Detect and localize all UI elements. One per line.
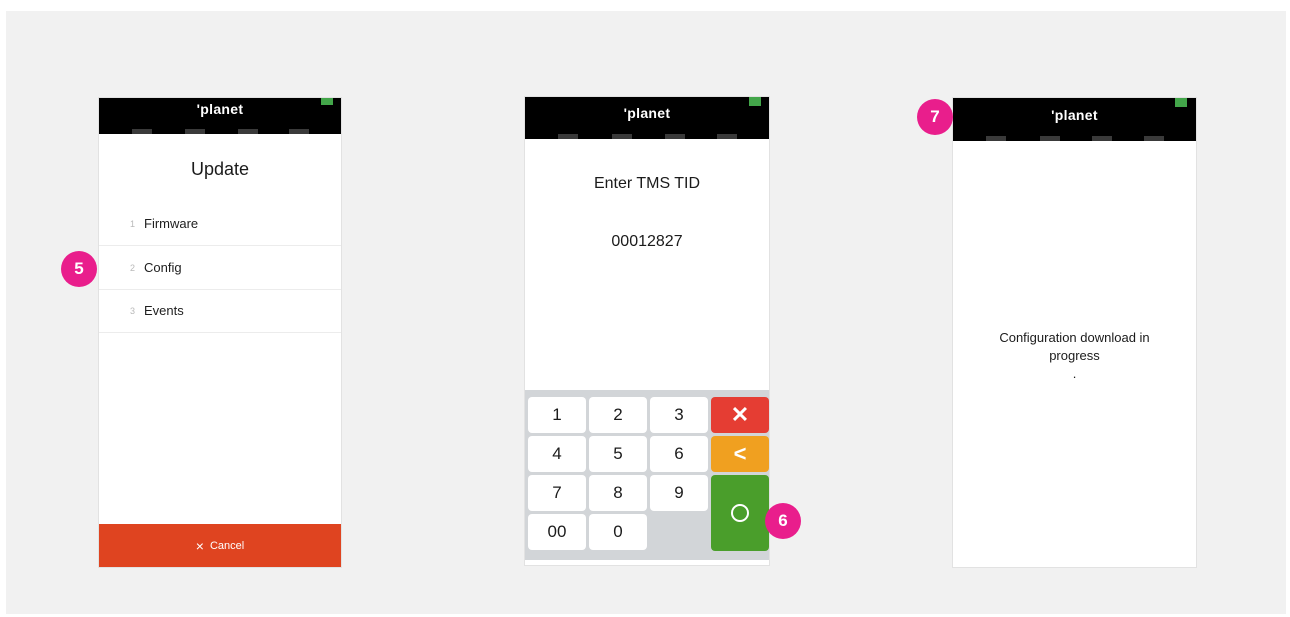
status-tick [1040, 136, 1060, 141]
menu-item-label: Firmware [144, 216, 199, 231]
menu-item-number: 3 [129, 305, 135, 316]
progress-dots: . [1072, 366, 1077, 381]
update-screen: 'planet Update 1 Firmware 2 Config 3 Eve… [98, 97, 342, 568]
step-badge-6: 6 [765, 503, 801, 539]
menu-item-firmware[interactable]: 1 Firmware [99, 202, 341, 246]
key-7[interactable]: 7 [528, 475, 586, 511]
key-5[interactable]: 5 [589, 436, 647, 472]
tid-entry-screen: 'planet Enter TMS TID 00012827 1 2 3 ✕ 4… [524, 96, 770, 566]
tid-value[interactable]: 00012827 [525, 233, 769, 251]
key-6[interactable]: 6 [650, 436, 708, 472]
status-tick [132, 129, 152, 134]
cancel-label: Cancel [209, 539, 245, 552]
menu-item-number: 2 [129, 262, 135, 273]
cancel-button[interactable]: × Cancel [99, 524, 341, 567]
key-3[interactable]: 3 [650, 397, 708, 433]
close-icon: × [195, 537, 204, 554]
clear-key[interactable]: ✕ [711, 397, 769, 433]
key-9[interactable]: 9 [650, 475, 708, 511]
planet-logo: 'planet [1051, 107, 1098, 123]
planet-logo: 'planet [196, 101, 244, 117]
numeric-keypad: 1 2 3 ✕ 4 5 6 < 7 8 9 00 0 [525, 390, 769, 560]
menu-item-events[interactable]: 3 Events [99, 289, 341, 333]
step-badge-5: 5 [61, 251, 97, 287]
menu-item-label: Config [144, 260, 182, 275]
key-0[interactable]: 0 [589, 514, 647, 550]
config-download-screen: 'planet Configuration download in progre… [952, 97, 1197, 568]
key-4[interactable]: 4 [528, 436, 586, 472]
status-tick [665, 134, 685, 139]
confirm-circle-icon [731, 504, 749, 522]
status-tick [717, 134, 737, 139]
status-tick [558, 134, 578, 139]
page-title: Enter TMS TID [593, 175, 701, 192]
battery-icon [321, 98, 333, 105]
backspace-key[interactable]: < [711, 436, 769, 472]
progress-message: Configuration download in progress [999, 330, 1150, 363]
menu-item-number: 1 [129, 218, 135, 229]
page-title: Update [190, 159, 250, 179]
status-tick [612, 134, 632, 139]
confirm-key[interactable] [711, 475, 769, 551]
battery-icon [749, 97, 761, 106]
status-tick [986, 136, 1006, 141]
status-bar: 'planet [525, 97, 769, 139]
status-tick [238, 129, 258, 134]
battery-icon [1175, 98, 1187, 107]
planet-logo: 'planet [623, 105, 671, 121]
key-2[interactable]: 2 [589, 397, 647, 433]
key-00[interactable]: 00 [528, 514, 586, 550]
status-tick [1092, 136, 1112, 141]
menu-item-config[interactable]: 2 Config [99, 246, 341, 290]
key-1[interactable]: 1 [528, 397, 586, 433]
status-bar: 'planet [953, 98, 1196, 141]
menu-item-label: Events [144, 303, 184, 318]
status-bar: 'planet [99, 98, 341, 134]
status-tick [1144, 136, 1164, 141]
key-8[interactable]: 8 [589, 475, 647, 511]
step-badge-7: 7 [917, 99, 953, 135]
status-tick [185, 129, 205, 134]
status-tick [289, 129, 309, 134]
